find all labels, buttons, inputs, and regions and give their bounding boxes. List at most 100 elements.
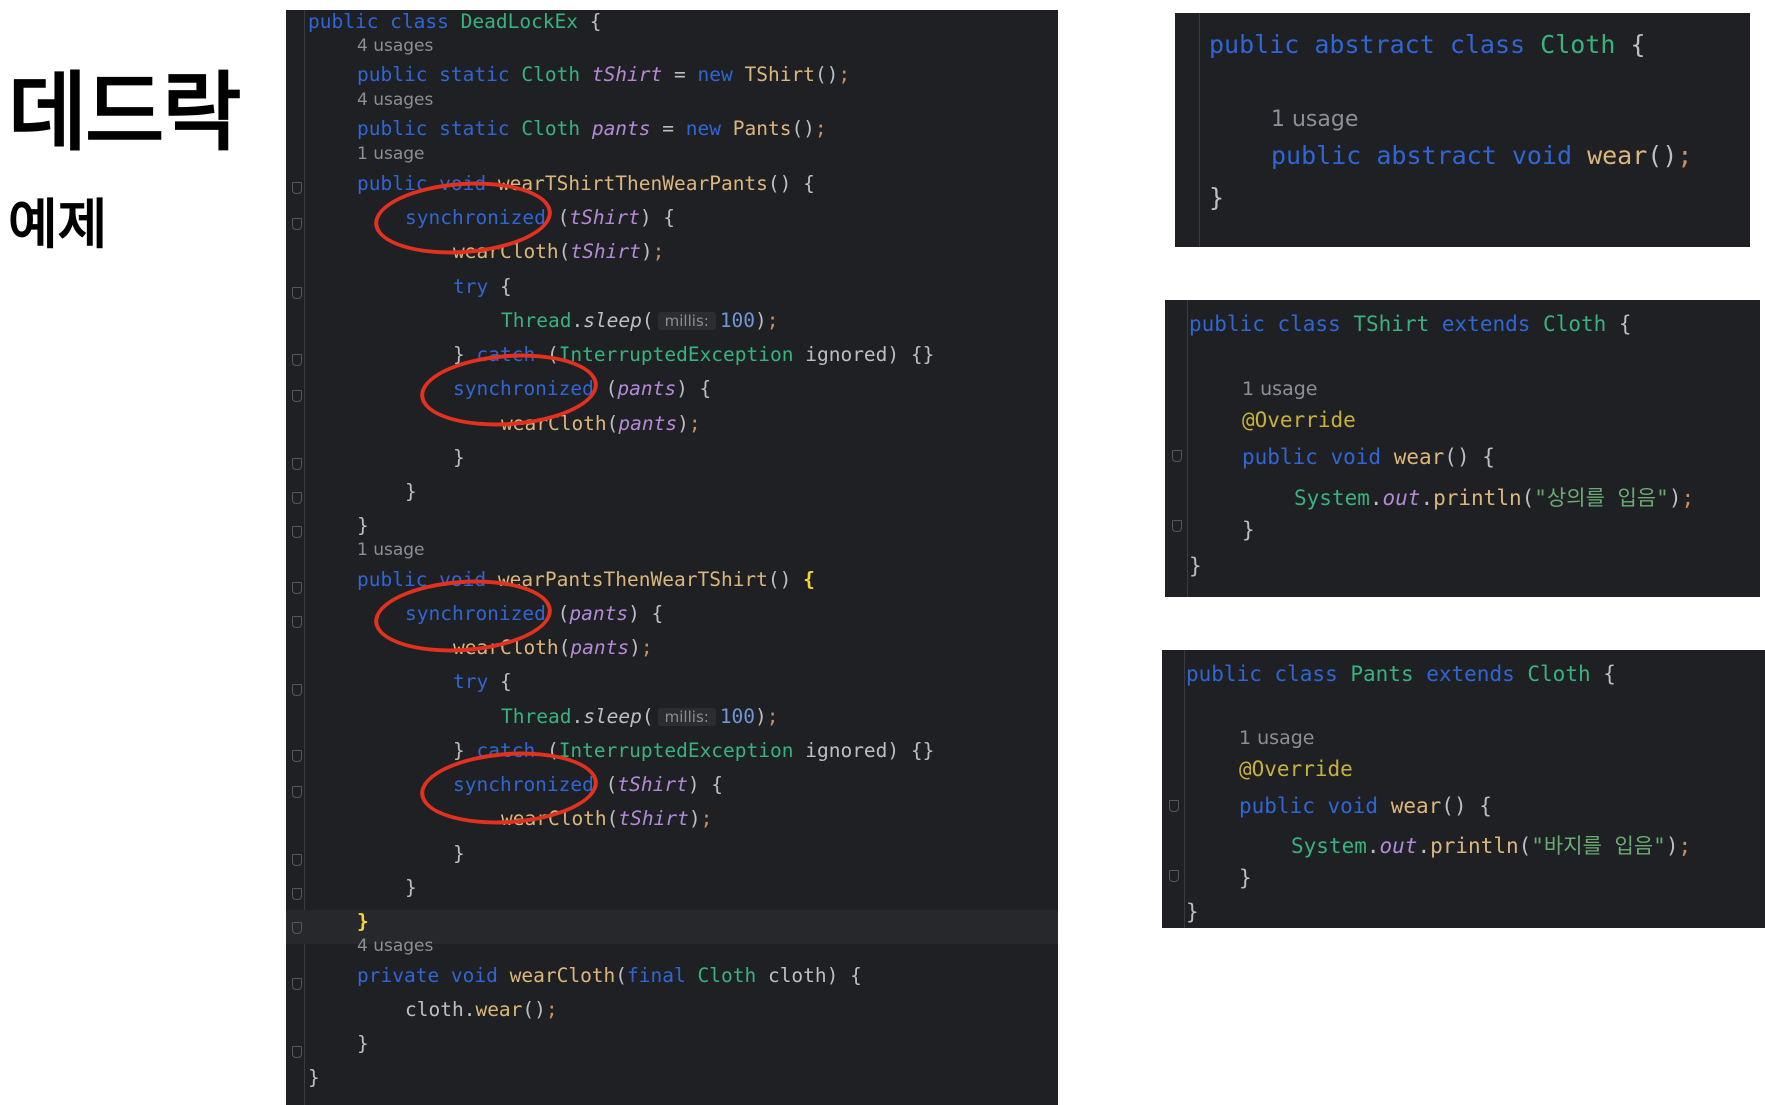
code-token: () <box>814 63 839 86</box>
code-line: } <box>1189 554 1202 578</box>
code-line: public class DeadLockEx { <box>308 10 602 33</box>
fold-marker-icon[interactable] <box>292 287 302 299</box>
code-line: try { <box>453 275 512 298</box>
code-token: wearCloth <box>509 964 616 987</box>
code-token: ( <box>557 206 570 229</box>
code-token: { <box>499 670 512 693</box>
code-line: try { <box>453 670 512 693</box>
code-line: } <box>1186 900 1199 924</box>
fold-marker-icon[interactable] <box>292 582 302 594</box>
code-token: InterruptedException <box>558 343 806 366</box>
fold-marker-icon[interactable] <box>292 1046 302 1058</box>
code-token: public static <box>357 117 522 140</box>
code-token: public static <box>357 63 522 86</box>
code-token: ; <box>652 240 665 263</box>
code-token: pants <box>591 117 651 140</box>
fold-marker-icon[interactable] <box>292 390 302 402</box>
code-token: Pants <box>1350 662 1427 686</box>
code-token: } <box>1242 518 1255 542</box>
code-token: ) <box>1665 834 1679 858</box>
code-token: private void <box>357 964 510 987</box>
usage-hint[interactable]: 4 usages <box>357 90 433 110</box>
code-token: "상의를 입음" <box>1534 486 1669 510</box>
code-line: } <box>357 1032 369 1055</box>
usage-hint[interactable]: 4 usages <box>357 936 433 956</box>
fold-marker-icon[interactable] <box>292 922 302 934</box>
code-token: () { <box>1441 794 1492 818</box>
code-token: tShirt <box>591 63 663 86</box>
fold-marker-icon[interactable] <box>1169 800 1179 812</box>
fold-marker-icon[interactable] <box>292 218 302 230</box>
code-token: wearTShirtThenWearPants <box>497 172 768 195</box>
code-line: } <box>1242 518 1255 542</box>
fold-marker-icon[interactable] <box>1169 870 1179 882</box>
code-line: public void wear() { <box>1239 794 1492 818</box>
code-token: ) { <box>628 602 664 625</box>
code-token: TShirt <box>744 63 815 86</box>
code-token: new <box>697 63 745 86</box>
code-token: out <box>1382 486 1421 510</box>
code-token: wear <box>1587 141 1648 170</box>
fold-marker-icon[interactable] <box>292 616 302 628</box>
code-token: { <box>1630 30 1646 59</box>
code-token: pants <box>570 636 630 659</box>
code-token: ( <box>605 773 618 796</box>
code-token: . <box>1366 834 1380 858</box>
fold-marker-icon[interactable] <box>292 492 302 504</box>
code-token: wear <box>475 998 523 1021</box>
code-token: ignored) {} <box>805 343 935 366</box>
code-token: } <box>357 1032 369 1055</box>
code-token: . <box>1417 834 1431 858</box>
fold-marker-icon[interactable] <box>292 354 302 366</box>
fold-marker-icon[interactable] <box>1172 520 1182 532</box>
code-line: public static Cloth tShirt = new TShirt(… <box>357 63 850 86</box>
code-token: pants <box>569 602 629 625</box>
code-line: Thread.sleep(millis: 100); <box>501 705 779 728</box>
code-token: ; <box>838 63 851 86</box>
code-token: ( <box>558 636 571 659</box>
fold-marker-icon[interactable] <box>292 786 302 798</box>
fold-marker-icon[interactable] <box>292 684 302 696</box>
code-token: } <box>1209 183 1225 212</box>
usage-hint[interactable]: 1 usage <box>1239 727 1314 749</box>
fold-marker-icon[interactable] <box>292 854 302 866</box>
code-line: public class TShirt extends Cloth { <box>1189 312 1632 336</box>
code-line: public class Pants extends Cloth { <box>1186 662 1616 686</box>
code-line: Thread.sleep(millis: 100); <box>501 309 779 332</box>
slide-title: 데드락 <box>8 63 241 163</box>
code-line: } <box>405 480 417 503</box>
code-token: { <box>803 568 815 591</box>
code-line: } <box>357 910 369 933</box>
fold-marker-icon[interactable] <box>292 978 302 990</box>
code-token: new <box>685 117 733 140</box>
fold-marker-icon[interactable] <box>292 750 302 762</box>
code-token: } <box>453 842 465 865</box>
code-token: . <box>1369 486 1383 510</box>
deadlock-code-editor: 4 usages 4 usages 1 usage 1 usage 4 usag… <box>286 10 1058 1105</box>
code-token: "바지를 입음" <box>1531 834 1666 858</box>
code-token: Thread <box>501 705 572 728</box>
code-token: () <box>767 568 804 591</box>
code-token: public abstract void <box>1271 141 1588 170</box>
code-token: pants <box>618 412 678 435</box>
fold-marker-icon[interactable] <box>292 888 302 900</box>
code-line: cloth.wear(); <box>405 998 558 1021</box>
usage-hint[interactable]: 1 usage <box>1271 107 1358 132</box>
fold-marker-icon[interactable] <box>292 182 302 194</box>
usage-hint[interactable]: 1 usage <box>357 540 425 560</box>
code-token: ) { <box>639 206 676 229</box>
code-token: tShirt <box>570 240 641 263</box>
fold-marker-icon[interactable] <box>292 458 302 470</box>
fold-marker-icon[interactable] <box>292 526 302 538</box>
code-token: } <box>1186 900 1199 924</box>
usage-hint[interactable]: 4 usages <box>357 36 433 56</box>
code-line: System.out.println("바지를 입음"); <box>1291 830 1691 860</box>
fold-marker-icon[interactable] <box>1172 450 1182 462</box>
code-line: } <box>357 514 369 537</box>
code-token: 100 <box>719 309 756 332</box>
code-line: private void wearCloth(final Cloth cloth… <box>357 964 862 987</box>
usage-hint[interactable]: 1 usage <box>1242 378 1317 400</box>
parameter-hint: millis: <box>657 708 716 726</box>
code-token: Cloth <box>521 63 592 86</box>
usage-hint[interactable]: 1 usage <box>357 144 425 164</box>
